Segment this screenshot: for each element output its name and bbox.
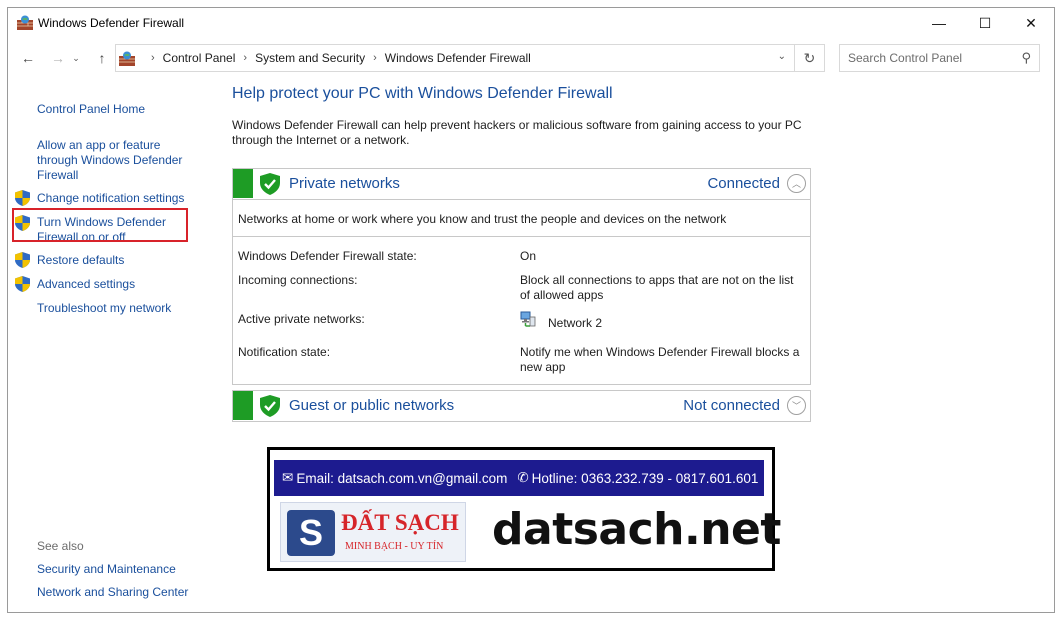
breadcrumb-separator-icon[interactable]: › <box>243 52 247 64</box>
guest-public-networks-title: Guest or public networks <box>289 397 455 414</box>
guest-public-networks-panel: Guest or public networks Not connected ﹀ <box>232 390 811 422</box>
address-dropdown-chevron-icon[interactable]: ⌄ <box>778 51 786 62</box>
allow-app-link-line: through Windows Defender <box>37 153 183 167</box>
brand-logo: S ĐẤT SẠCH MINH BẠCH - UY TÍN <box>280 502 466 562</box>
uac-shield-icon <box>15 276 30 292</box>
network-and-sharing-center-link[interactable]: Network and Sharing Center <box>37 585 188 600</box>
search-icon[interactable]: ⚲ <box>1021 50 1031 66</box>
private-networks-header[interactable]: Private networks Connected ︿ <box>233 169 810 199</box>
notification-state-value: Notify me when Windows Defender Firewall… <box>520 345 805 375</box>
green-check-shield-icon <box>260 173 280 195</box>
uac-shield-icon <box>15 252 30 268</box>
navigation-bar: ← → ⌄ ↑ › Control Panel › System and Sec… <box>8 42 1054 74</box>
minimize-button[interactable]: — <box>916 8 962 38</box>
active-private-networks-label: Active private networks: <box>238 312 365 326</box>
breadcrumb-windows-defender-firewall[interactable]: Windows Defender Firewall <box>385 51 531 65</box>
firewall-app-icon <box>119 51 135 66</box>
phone-icon: ✆ <box>517 470 529 485</box>
close-button[interactable]: ✕ <box>1008 8 1054 38</box>
maximize-button[interactable]: ☐ <box>962 8 1008 38</box>
allow-app-link-line: Firewall <box>37 168 79 182</box>
intro-text: Windows Defender Firewall can help preve… <box>232 118 812 148</box>
guest-public-networks-header[interactable]: Guest or public networks Not connected ﹀ <box>233 391 810 421</box>
forward-arrow-icon[interactable]: → <box>48 49 68 67</box>
logo-letter: S <box>287 510 335 556</box>
logo-brand-name: ĐẤT SẠCH <box>341 510 459 535</box>
firewall-state-label: Windows Defender Firewall state: <box>238 249 417 263</box>
intro-line: Windows Defender Firewall can help preve… <box>232 118 802 132</box>
allow-app-link-line: Allow an app or feature <box>37 138 161 152</box>
breadcrumb-separator-icon[interactable]: › <box>373 52 377 64</box>
breadcrumb-control-panel[interactable]: Control Panel <box>163 51 236 65</box>
notification-state-line: new app <box>520 360 566 374</box>
guest-public-networks-status: Not connected <box>683 397 780 414</box>
firewall-app-icon <box>17 15 33 30</box>
intro-line: through the Internet or a network. <box>232 133 410 147</box>
troubleshoot-network-link[interactable]: Troubleshoot my network <box>37 301 171 316</box>
notification-state-label: Notification state: <box>238 345 331 359</box>
private-networks-title: Private networks <box>289 175 400 192</box>
notification-state-line: Notify me when Windows Defender Firewall… <box>520 345 800 359</box>
change-notification-settings-link[interactable]: Change notification settings <box>37 191 184 206</box>
search-box[interactable]: ⚲ <box>839 44 1040 72</box>
status-green-bar <box>233 169 253 198</box>
contact-hotline: Hotline: 0363.232.739 - 0817.601.601 <box>531 470 759 486</box>
green-check-shield-icon <box>260 395 280 417</box>
incoming-connections-value: Block all connections to apps that are n… <box>520 273 805 303</box>
private-networks-description: Networks at home or work where you know … <box>233 199 810 236</box>
chevron-down-icon[interactable]: ﹀ <box>787 396 806 415</box>
advanced-settings-link[interactable]: Advanced settings <box>37 277 135 292</box>
control-panel-home-link[interactable]: Control Panel Home <box>37 102 145 117</box>
site-name: datsach.net <box>492 504 781 555</box>
security-and-maintenance-link[interactable]: Security and Maintenance <box>37 562 176 577</box>
refresh-icon[interactable]: ↻ <box>794 45 824 71</box>
see-also-heading: See also <box>37 539 84 553</box>
contact-email: Email: datsach.com.vn@gmail.com <box>296 470 508 486</box>
address-bar[interactable]: › Control Panel › System and Security › … <box>115 44 825 72</box>
private-networks-status: Connected <box>707 175 780 192</box>
page-heading: Help protect your PC with Windows Defend… <box>232 85 613 102</box>
up-arrow-icon[interactable]: ↑ <box>92 49 112 67</box>
allow-app-link[interactable]: Allow an app or feature through Windows … <box>37 138 182 183</box>
incoming-connections-label: Incoming connections: <box>238 273 358 287</box>
status-green-bar <box>233 391 253 420</box>
window-title: Windows Defender Firewall <box>38 16 185 30</box>
active-private-network-name: Network 2 <box>548 316 603 330</box>
uac-shield-icon <box>15 190 30 206</box>
highlight-annotation-box <box>12 208 188 242</box>
chevron-up-icon[interactable]: ︿ <box>787 174 806 193</box>
envelope-icon: ✉ <box>282 470 294 485</box>
recent-locations-chevron-icon[interactable]: ⌄ <box>70 49 82 67</box>
incoming-connections-line: of allowed apps <box>520 288 604 302</box>
title-bar: Windows Defender Firewall — ☐ ✕ <box>8 8 1054 38</box>
logo-tagline: MINH BẠCH - UY TÍN <box>345 541 444 552</box>
breadcrumb-system-and-security[interactable]: System and Security <box>255 51 365 65</box>
private-networks-panel: Private networks Connected ︿ Networks at… <box>232 168 811 385</box>
firewall-state-value: On <box>520 249 537 263</box>
incoming-connections-line: Block all connections to apps that are n… <box>520 273 794 287</box>
restore-defaults-link[interactable]: Restore defaults <box>37 253 124 268</box>
private-networks-details: Windows Defender Firewall state: On Inco… <box>233 236 810 384</box>
search-input[interactable] <box>848 51 1018 65</box>
contact-strip: ✉ Email: datsach.com.vn@gmail.com ✆ Hotl… <box>274 460 764 496</box>
left-pane: Control Panel Home Allow an app or featu… <box>8 74 213 612</box>
breadcrumb-separator-icon: › <box>151 52 155 64</box>
watermark-banner: ✉ Email: datsach.com.vn@gmail.com ✆ Hotl… <box>267 447 781 571</box>
network-icon <box>520 311 536 327</box>
back-arrow-icon[interactable]: ← <box>18 49 38 67</box>
